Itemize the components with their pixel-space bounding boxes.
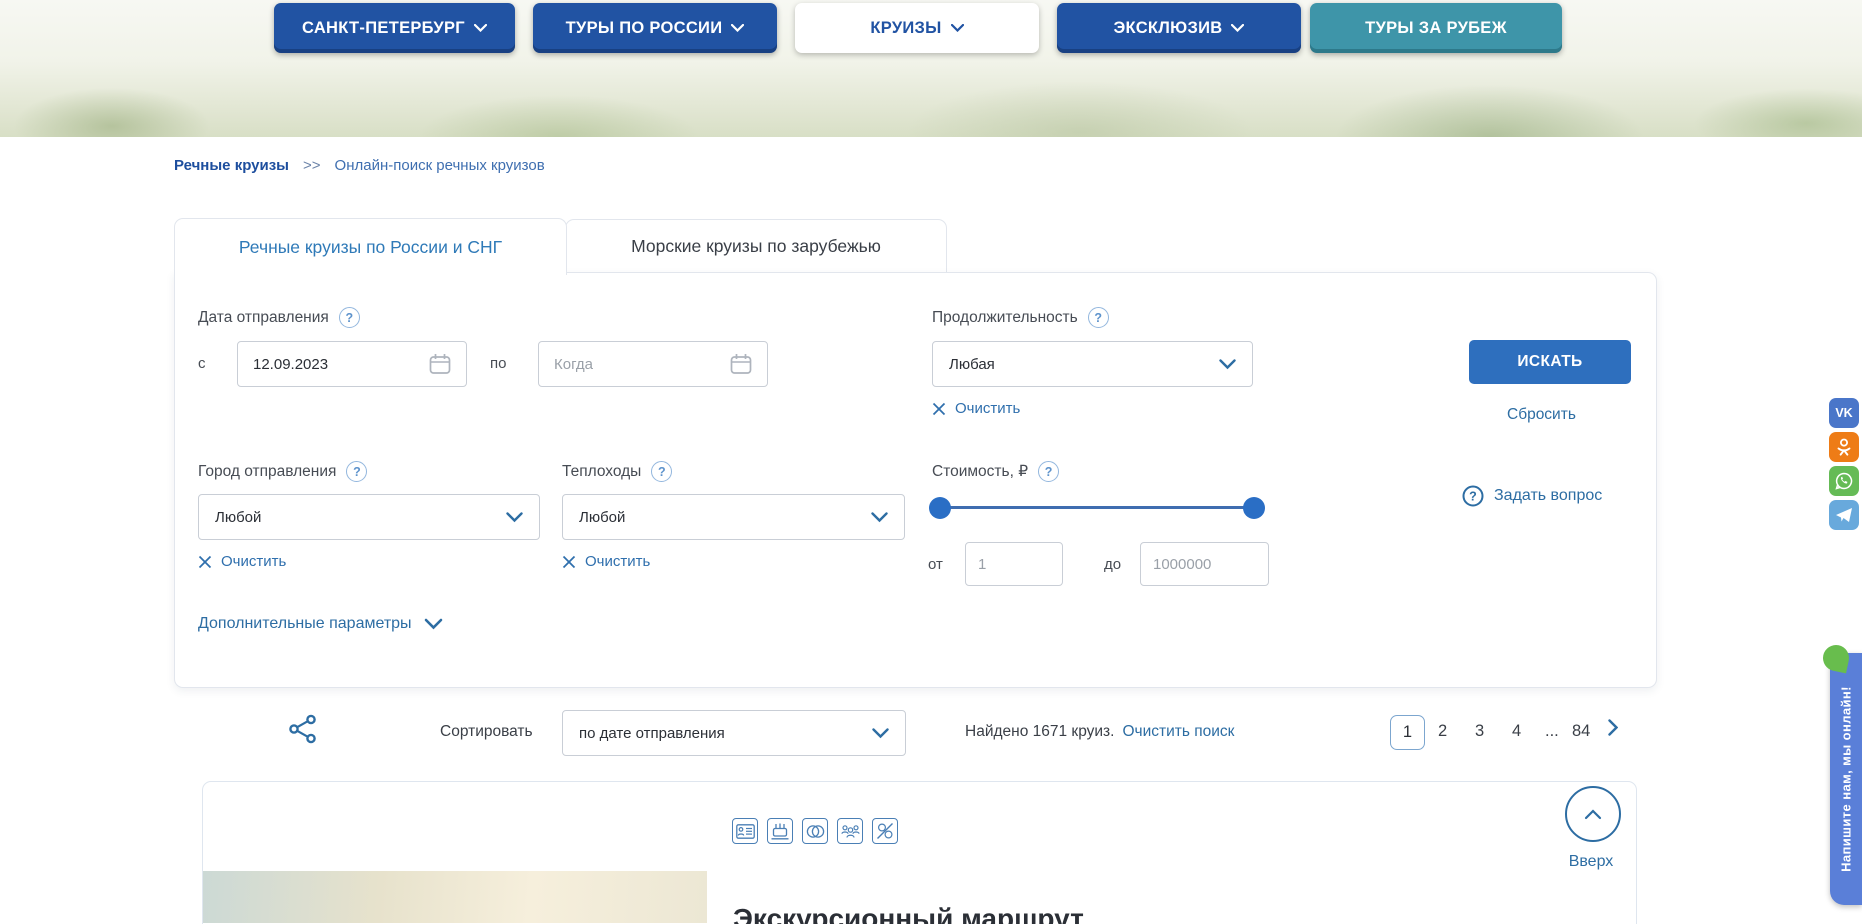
chevron-down-icon bbox=[424, 618, 443, 630]
tab-label: Морские круизы по зарубежью bbox=[631, 236, 881, 257]
birthday-cake-icon bbox=[767, 818, 793, 844]
breadcrumb-current: Онлайн-поиск речных круизов bbox=[335, 157, 545, 174]
page-button-last[interactable]: 84 bbox=[1572, 722, 1590, 741]
price-from-label: от bbox=[928, 556, 943, 573]
date-from-prefix: с bbox=[198, 355, 206, 372]
group-icon bbox=[837, 818, 863, 844]
back-to-top-label: Вверх bbox=[1560, 853, 1622, 871]
sort-select[interactable]: по дате отправления bbox=[562, 710, 906, 756]
cruise-title-clipped[interactable]: Экскурсионный маршрут bbox=[733, 903, 1084, 924]
breadcrumb-home-link[interactable]: Речные круизы bbox=[174, 157, 289, 174]
clear-search-link[interactable]: Очистить поиск bbox=[1122, 723, 1234, 741]
results-summary: Найдено 1671 круиз. Очистить поиск bbox=[965, 723, 1234, 741]
cruise-photo[interactable] bbox=[203, 871, 707, 923]
tab-label: Речные круизы по России и СНГ bbox=[239, 237, 502, 258]
help-icon[interactable]: ? bbox=[1038, 461, 1059, 482]
departure-city-select[interactable]: Любой bbox=[198, 494, 540, 540]
sort-label: Сортировать bbox=[440, 723, 533, 741]
chat-leaf-icon bbox=[1821, 643, 1852, 674]
departure-city-label: Город отправления ? bbox=[198, 461, 367, 482]
close-icon bbox=[198, 555, 212, 569]
ships-clear-button[interactable]: Очистить bbox=[562, 553, 650, 570]
chat-widget-tab[interactable]: Напишите нам, мы онлайн! bbox=[1830, 653, 1862, 905]
page: САНКТ-ПЕТЕРБУРГ ТУРЫ ПО РОССИИ КРУИЗЫ ЭК… bbox=[0, 0, 1862, 924]
page-button[interactable]: 4 bbox=[1512, 722, 1521, 741]
pagination-ellipsis: ... bbox=[1545, 722, 1559, 741]
page-button[interactable]: 3 bbox=[1475, 722, 1484, 741]
page-button[interactable]: 2 bbox=[1438, 722, 1447, 741]
departure-city-clear-button[interactable]: Очистить bbox=[198, 553, 286, 570]
departure-city-value: Любой bbox=[215, 509, 261, 526]
nav-item-saint-petersburg[interactable]: САНКТ-ПЕТЕРБУРГ bbox=[274, 3, 515, 53]
svg-text:?: ? bbox=[1469, 490, 1477, 504]
departure-date-label: Дата отправления ? bbox=[198, 307, 360, 328]
price-to-label: до bbox=[1104, 556, 1121, 573]
question-circle-icon: ? bbox=[1462, 485, 1484, 507]
nav-item-cruises-active[interactable]: КРУИЗЫ bbox=[795, 3, 1039, 53]
chevron-down-icon bbox=[872, 728, 889, 739]
close-icon bbox=[562, 555, 576, 569]
tab-sea-cruises[interactable]: Морские круизы по зарубежью bbox=[565, 219, 947, 273]
chevron-down-icon bbox=[871, 512, 888, 523]
vk-icon[interactable]: VK bbox=[1829, 398, 1859, 428]
nav-item-tours-abroad[interactable]: ТУРЫ ЗА РУБЕЖ bbox=[1310, 3, 1562, 53]
wedding-rings-icon bbox=[802, 818, 828, 844]
odnoklassniki-icon[interactable] bbox=[1829, 432, 1859, 462]
help-icon[interactable]: ? bbox=[1088, 307, 1109, 328]
page-button-current[interactable]: 1 bbox=[1390, 715, 1425, 750]
chevron-up-icon bbox=[1584, 809, 1602, 820]
nav-label: КРУИЗЫ bbox=[870, 19, 941, 38]
help-icon[interactable]: ? bbox=[339, 307, 360, 328]
additional-params-toggle[interactable]: Дополнительные параметры bbox=[198, 615, 443, 633]
chat-label: Напишите нам, мы онлайн! bbox=[1839, 686, 1854, 872]
chevron-down-icon bbox=[1231, 24, 1244, 32]
calendar-icon[interactable] bbox=[428, 352, 452, 381]
ships-label: Теплоходы ? bbox=[562, 461, 672, 482]
close-icon bbox=[932, 402, 946, 416]
nav-item-exclusive[interactable]: ЭКСКЛЮЗИВ bbox=[1057, 3, 1301, 53]
sort-value: по дате отправления bbox=[579, 725, 725, 742]
price-label: Стоимость, ₽ ? bbox=[932, 461, 1059, 482]
ships-value: Любой bbox=[579, 509, 625, 526]
share-icon[interactable] bbox=[287, 713, 319, 750]
help-icon[interactable]: ? bbox=[651, 461, 672, 482]
duration-clear-button[interactable]: Очистить bbox=[932, 400, 1020, 417]
id-card-icon bbox=[732, 818, 758, 844]
nav-label: САНКТ-ПЕТЕРБУРГ bbox=[302, 19, 465, 38]
found-count-text: Найдено 1671 круиз. bbox=[965, 723, 1114, 741]
duration-value: Любая bbox=[949, 356, 995, 373]
next-page-chevron-icon[interactable] bbox=[1608, 719, 1618, 741]
nav-label: ТУРЫ ПО РОССИИ bbox=[566, 19, 723, 38]
reset-link[interactable]: Сбросить bbox=[1507, 406, 1576, 424]
duration-select[interactable]: Любая bbox=[932, 341, 1253, 387]
ships-select[interactable]: Любой bbox=[562, 494, 905, 540]
calendar-icon[interactable] bbox=[729, 352, 753, 381]
back-to-top-button[interactable] bbox=[1565, 786, 1621, 842]
nav-label: ЭКСКЛЮЗИВ bbox=[1114, 19, 1223, 38]
price-from-input[interactable] bbox=[965, 542, 1063, 586]
price-slider-track bbox=[940, 506, 1254, 509]
whatsapp-icon[interactable] bbox=[1829, 466, 1859, 496]
date-to-prefix: по bbox=[490, 355, 506, 372]
ask-question-link[interactable]: ? Задать вопрос bbox=[1462, 485, 1602, 507]
search-button[interactable]: ИСКАТЬ bbox=[1469, 340, 1631, 384]
breadcrumb: Речные круизы >> Онлайн-поиск речных кру… bbox=[174, 157, 545, 174]
price-slider-handle-max[interactable] bbox=[1243, 497, 1265, 519]
telegram-icon[interactable] bbox=[1829, 500, 1859, 530]
breadcrumb-separator: >> bbox=[303, 157, 321, 174]
chevron-down-icon bbox=[731, 24, 744, 32]
nav-label: ТУРЫ ЗА РУБЕЖ bbox=[1365, 19, 1507, 38]
no-children-icon bbox=[872, 818, 898, 844]
chevron-down-icon bbox=[1219, 359, 1236, 370]
tab-river-cruises[interactable]: Речные круизы по России и СНГ bbox=[174, 218, 567, 275]
chevron-down-icon bbox=[474, 24, 487, 32]
help-icon[interactable]: ? bbox=[346, 461, 367, 482]
nav-item-tours-russia[interactable]: ТУРЫ ПО РОССИИ bbox=[533, 3, 777, 53]
duration-label: Продолжительность ? bbox=[932, 307, 1109, 328]
price-slider-handle-min[interactable] bbox=[929, 497, 951, 519]
chevron-down-icon bbox=[951, 24, 964, 32]
chevron-down-icon bbox=[506, 512, 523, 523]
price-to-input[interactable] bbox=[1140, 542, 1269, 586]
